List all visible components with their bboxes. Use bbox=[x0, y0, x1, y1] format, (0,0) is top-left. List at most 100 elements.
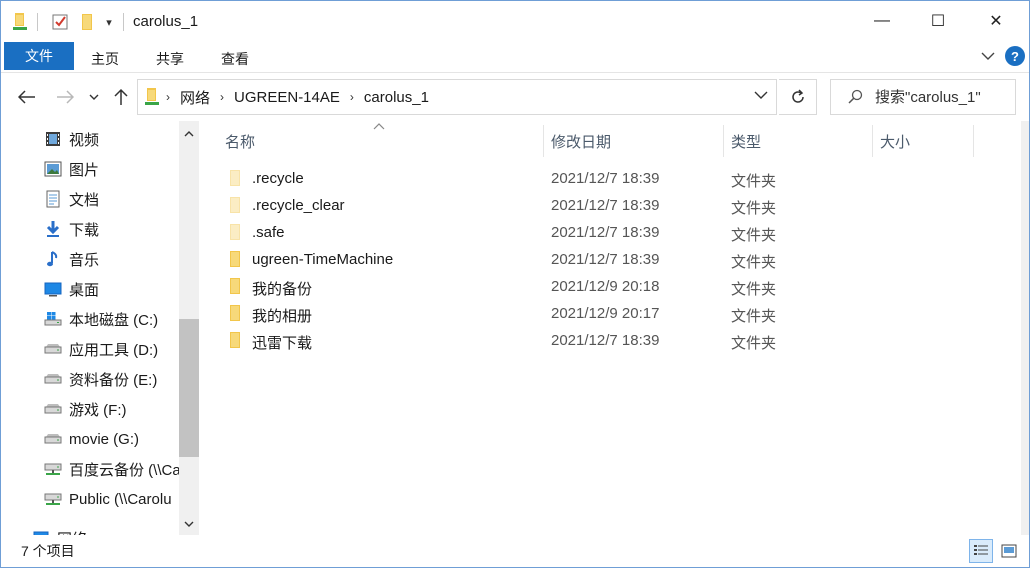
file-date: 2021/12/7 18:39 bbox=[551, 332, 660, 349]
sidebar-item-baidu-backup[interactable]: 百度云备份 (\\Ca bbox=[43, 454, 179, 484]
properties-icon[interactable] bbox=[49, 11, 71, 33]
title-separator bbox=[123, 13, 124, 31]
column-divider[interactable] bbox=[543, 125, 544, 157]
video-icon bbox=[43, 129, 63, 149]
back-button[interactable] bbox=[15, 85, 39, 109]
desktop-icon bbox=[43, 279, 63, 299]
file-type: 文件夹 bbox=[731, 335, 777, 352]
network-folder-icon[interactable] bbox=[9, 11, 31, 33]
help-button[interactable]: ? bbox=[1005, 46, 1025, 66]
column-divider[interactable] bbox=[872, 125, 873, 157]
breadcrumb-separator[interactable]: › bbox=[350, 90, 354, 104]
tab-home[interactable]: 主页 bbox=[91, 49, 119, 69]
breadcrumb-server[interactable]: UGREEN-14AE bbox=[234, 89, 340, 106]
minimize-button[interactable]: — bbox=[859, 1, 905, 41]
table-row[interactable]: 我的备份 2021/12/9 20:18 文件夹 bbox=[221, 273, 1001, 300]
recent-locations-button[interactable] bbox=[85, 85, 103, 109]
column-divider[interactable] bbox=[723, 125, 724, 157]
sidebar-item-downloads[interactable]: 下载 bbox=[43, 214, 179, 244]
window-title: carolus_1 bbox=[133, 13, 199, 30]
sidebar-item-label: 下载 bbox=[69, 221, 100, 239]
up-button[interactable] bbox=[109, 85, 133, 109]
details-view-button[interactable] bbox=[969, 539, 993, 563]
folder-icon bbox=[229, 305, 241, 324]
folder-icon bbox=[229, 278, 241, 297]
sidebar-item-drive-g[interactable]: movie (G:) bbox=[43, 424, 179, 454]
table-row[interactable]: ugreen-TimeMachine 2021/12/7 18:39 文件夹 bbox=[221, 246, 1001, 273]
file-type: 文件夹 bbox=[731, 227, 777, 244]
file-list-scrollbar[interactable] bbox=[1021, 121, 1029, 535]
sidebar-item-network[interactable]: 网络 bbox=[31, 523, 167, 535]
sidebar-item-pictures[interactable]: 图片 bbox=[43, 154, 179, 184]
breadcrumb-network[interactable]: 网络 bbox=[180, 87, 210, 108]
table-row[interactable]: .safe 2021/12/7 18:39 文件夹 bbox=[221, 219, 1001, 246]
sidebar-item-label: 本地磁盘 (C:) bbox=[69, 311, 159, 329]
file-name: 我的备份 bbox=[252, 281, 313, 298]
scroll-down-button[interactable] bbox=[179, 514, 199, 534]
sidebar-item-desktop[interactable]: 桌面 bbox=[43, 274, 179, 304]
close-button[interactable]: ✕ bbox=[973, 1, 1019, 41]
search-icon bbox=[848, 89, 863, 104]
file-date: 2021/12/7 18:39 bbox=[551, 224, 660, 241]
breadcrumb-separator[interactable]: › bbox=[220, 90, 224, 104]
folder-icon bbox=[229, 170, 241, 189]
breadcrumb-separator[interactable]: › bbox=[166, 90, 170, 104]
column-divider[interactable] bbox=[973, 125, 974, 157]
large-icons-view-button[interactable] bbox=[997, 539, 1021, 563]
forward-button[interactable] bbox=[53, 85, 77, 109]
column-header-type[interactable]: 类型 bbox=[731, 131, 761, 152]
chevron-down-icon bbox=[89, 94, 99, 100]
status-bar: 7 个项目 bbox=[1, 535, 1029, 567]
file-name: .safe bbox=[252, 224, 285, 241]
expand-ribbon-icon[interactable] bbox=[979, 47, 997, 65]
picture-icon bbox=[43, 159, 63, 179]
column-header-date[interactable]: 修改日期 bbox=[551, 131, 611, 152]
folder-icon bbox=[229, 332, 241, 351]
maximize-button[interactable]: ☐ bbox=[915, 1, 961, 41]
scroll-up-button[interactable] bbox=[179, 124, 199, 144]
sidebar-scrollbar[interactable] bbox=[179, 121, 199, 535]
file-name: 我的相册 bbox=[252, 308, 313, 325]
customize-toolbar-icon[interactable]: ▾ bbox=[101, 11, 117, 33]
chevron-down-icon bbox=[184, 521, 194, 527]
sidebar-item-label: Public (\\Carolu bbox=[69, 490, 172, 508]
sidebar-item-label: 应用工具 (D:) bbox=[69, 341, 159, 359]
search-input[interactable] bbox=[875, 88, 1015, 106]
table-row[interactable]: .recycle_clear 2021/12/7 18:39 文件夹 bbox=[221, 192, 1001, 219]
sidebar-scroll-thumb[interactable] bbox=[179, 319, 199, 457]
sidebar-item-public[interactable]: Public (\\Carolu bbox=[43, 484, 179, 514]
sidebar-item-drive-e[interactable]: 资料备份 (E:) bbox=[43, 364, 179, 394]
table-row[interactable]: 我的相册 2021/12/9 20:17 文件夹 bbox=[221, 300, 1001, 327]
arrow-up-icon bbox=[114, 88, 128, 105]
file-date: 2021/12/7 18:39 bbox=[551, 197, 660, 214]
file-name: .recycle_clear bbox=[252, 197, 345, 214]
explorer-window: ▾ carolus_1 — ☐ ✕ 文件 主页 共享 查看 ? › 网络 › U… bbox=[0, 0, 1030, 568]
breadcrumb-current[interactable]: carolus_1 bbox=[364, 89, 429, 106]
details-view-icon bbox=[974, 545, 988, 555]
table-row[interactable]: 迅雷下载 2021/12/7 18:39 文件夹 bbox=[221, 327, 1001, 354]
address-history-dropdown[interactable] bbox=[754, 89, 768, 103]
sidebar-item-label: 视频 bbox=[69, 131, 100, 149]
search-box[interactable] bbox=[830, 79, 1016, 115]
refresh-icon bbox=[791, 89, 804, 103]
column-header-size[interactable]: 大小 bbox=[880, 131, 910, 152]
sidebar-item-documents[interactable]: 文档 bbox=[43, 184, 179, 214]
sidebar-item-drive-d[interactable]: 应用工具 (D:) bbox=[43, 334, 179, 364]
sidebar-item-label: 文档 bbox=[69, 191, 100, 209]
drive-icon bbox=[43, 369, 63, 389]
new-folder-icon[interactable] bbox=[76, 11, 98, 33]
tab-view[interactable]: 查看 bbox=[221, 49, 249, 69]
tab-share[interactable]: 共享 bbox=[156, 49, 184, 69]
address-bar[interactable]: › 网络 › UGREEN-14AE › carolus_1 bbox=[137, 79, 777, 115]
refresh-button[interactable] bbox=[779, 79, 817, 115]
table-row[interactable]: .recycle 2021/12/7 18:39 文件夹 bbox=[221, 165, 1001, 192]
sidebar-item-drive-f[interactable]: 游戏 (F:) bbox=[43, 394, 179, 424]
sidebar-item-drive-c[interactable]: 本地磁盘 (C:) bbox=[43, 304, 179, 334]
title-separator bbox=[37, 13, 38, 31]
sidebar-item-videos[interactable]: 视频 bbox=[43, 124, 179, 154]
tab-file[interactable]: 文件 bbox=[4, 42, 74, 70]
column-header-name[interactable]: 名称 bbox=[225, 131, 255, 152]
file-type: 文件夹 bbox=[731, 254, 777, 271]
chevron-up-icon bbox=[184, 131, 194, 137]
sidebar-item-music[interactable]: 音乐 bbox=[43, 244, 179, 274]
